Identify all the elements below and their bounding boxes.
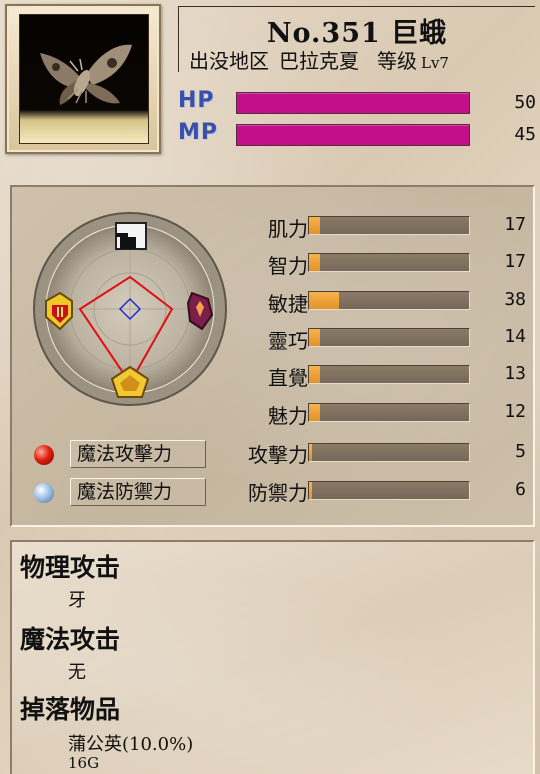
stat-value-defense: 6 (515, 479, 526, 500)
mp-value: 45 (514, 124, 536, 145)
stat-value-charisma: 12 (504, 401, 526, 422)
stat-fill-attack (309, 444, 313, 461)
area-label: 出没地区 (189, 49, 269, 73)
stat-label-dexterity: 靈巧 (268, 329, 308, 353)
stat-value-agility: 38 (504, 289, 526, 310)
stat-label-agility: 敏捷 (268, 292, 308, 316)
stat-bar-strength (308, 216, 470, 235)
monster-info-line: 出没地区 巴拉克夏 等级 Lv7 (189, 45, 459, 74)
stat-fill-charisma (309, 404, 321, 421)
hp-bar (236, 92, 470, 114)
stat-label-intuition: 直覺 (268, 366, 308, 390)
mp-label: MP (178, 120, 219, 145)
moth-image (40, 44, 132, 105)
stat-fill-strength (309, 217, 321, 234)
stat-value-intuition: 13 (504, 363, 526, 384)
stat-bar-defense (308, 481, 470, 500)
physical-attack-value: 牙 (68, 590, 86, 611)
stat-fill-intelligence (309, 254, 321, 271)
stat-label-charisma: 魅力 (268, 404, 308, 428)
stat-value-intelligence: 17 (504, 251, 526, 272)
stat-bar-intelligence (308, 253, 470, 272)
stat-bar-intuition (308, 365, 470, 384)
magic-attack-value: 无 (68, 662, 86, 683)
stat-label-attack: 攻擊力 (248, 443, 308, 467)
stat-bar-dexterity (308, 328, 470, 347)
dark-element-icon (115, 222, 147, 250)
drop-item: 蒲公英(10.0%) (68, 734, 194, 755)
drop-item: 16G (68, 754, 100, 772)
element-dial (33, 212, 227, 406)
hp-label: HP (178, 88, 215, 113)
monster-portrait (19, 14, 149, 144)
drops-title: 掉落物品 (20, 695, 121, 724)
magic-defense-orb-icon (34, 483, 54, 503)
hp-value: 50 (514, 92, 536, 113)
stat-bar-agility (308, 291, 470, 310)
stat-fill-defense (309, 482, 313, 499)
stat-label-intelligence: 智力 (268, 254, 308, 278)
stat-label-strength: 肌力 (268, 217, 308, 241)
monster-info-box: No.351 巨蛾 出没地区 巴拉克夏 等级 Lv7 (178, 6, 535, 74)
stat-fill-dexterity (309, 329, 321, 346)
stat-bar-attack (308, 443, 470, 462)
level-label: 等级 (377, 49, 417, 73)
stats-panel: 肌力 17 智力 17 敏捷 38 靈巧 14 直覺 13 魅力 12 魔法攻擊… (10, 185, 535, 527)
details-panel: 物理攻击 牙 魔法攻击 无 掉落物品 蒲公英(10.0%) 16G (10, 540, 535, 774)
portrait-frame (5, 4, 161, 154)
level-value: Lv7 (421, 54, 449, 72)
magic-attack-button[interactable]: 魔法攻擊力 (70, 440, 206, 468)
area-value: 巴拉克夏 (279, 49, 359, 73)
physical-attack-title: 物理攻击 (20, 553, 121, 582)
stat-fill-intuition (309, 366, 321, 383)
stat-bar-charisma (308, 403, 470, 422)
mp-bar (236, 124, 470, 146)
magic-defense-button[interactable]: 魔法防禦力 (70, 478, 206, 506)
stat-label-defense: 防禦力 (248, 481, 308, 505)
stat-fill-agility (309, 292, 340, 309)
magic-attack-title: 魔法攻击 (20, 625, 121, 654)
stat-value-strength: 17 (504, 214, 526, 235)
stat-value-dexterity: 14 (504, 326, 526, 347)
magic-attack-orb-icon (34, 445, 54, 465)
stat-value-attack: 5 (515, 441, 526, 462)
